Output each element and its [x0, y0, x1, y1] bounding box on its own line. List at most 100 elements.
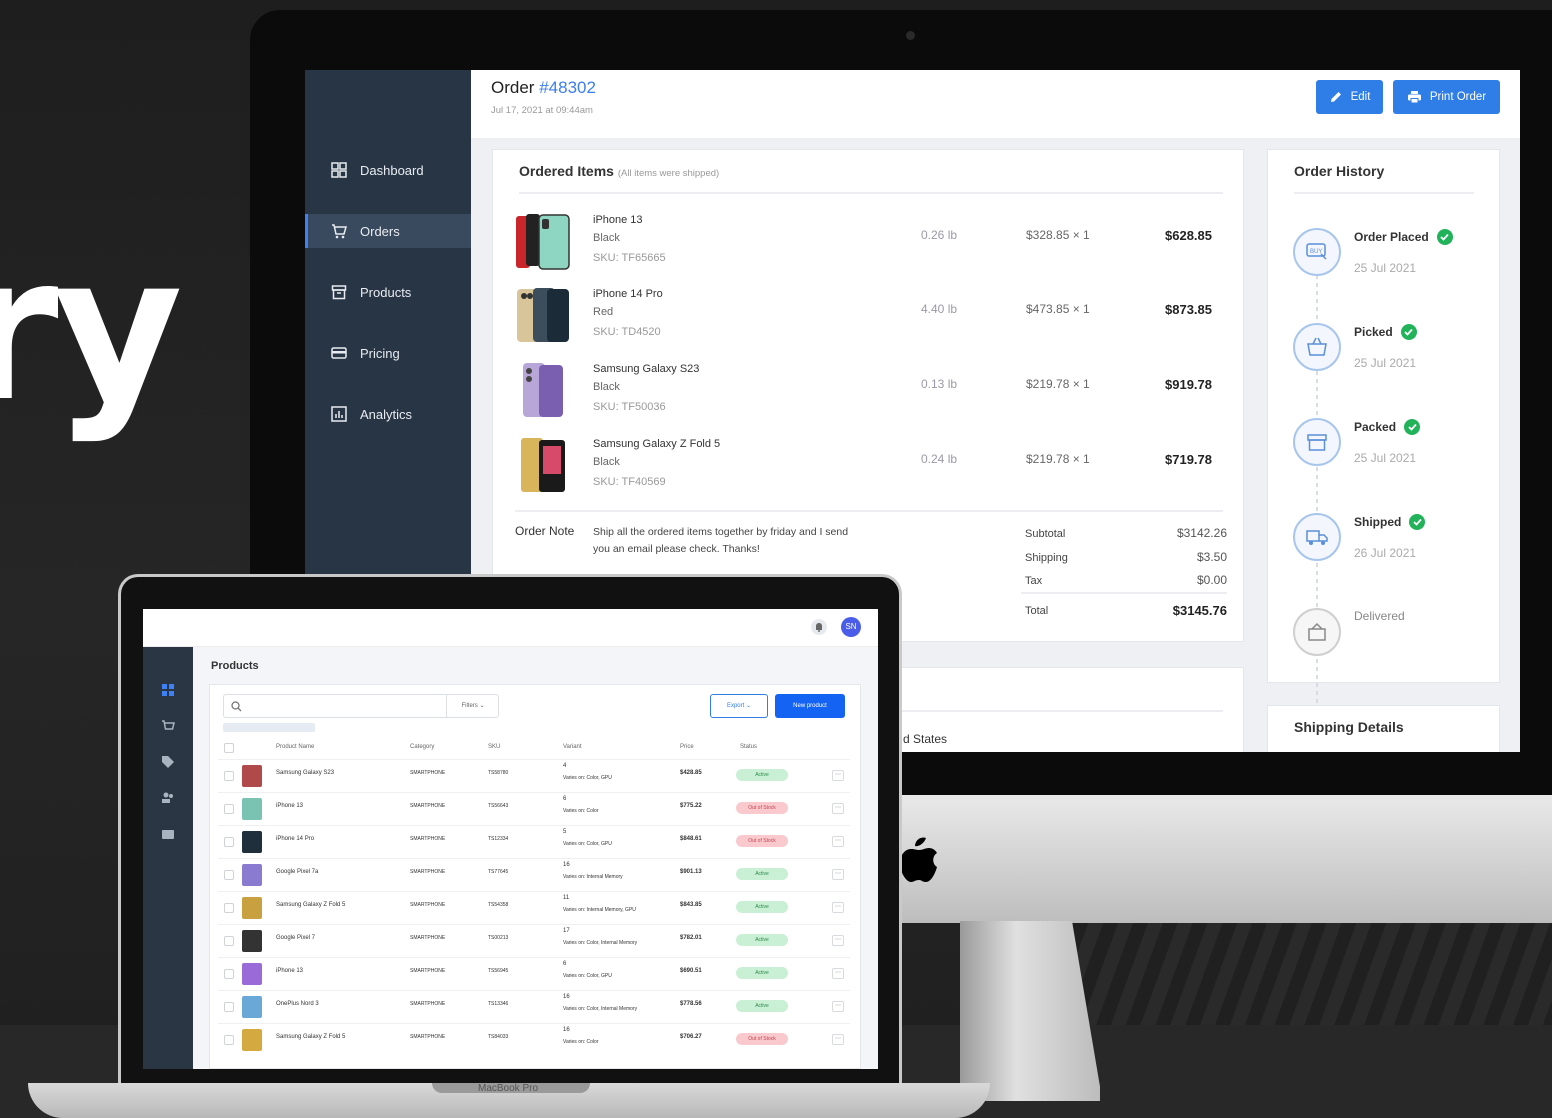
order-item-row[interactable]: Samsung Galaxy S23 Black SKU: TF50036 0.… [493, 357, 1245, 427]
sidebar-item-pricing[interactable]: Pricing [305, 336, 471, 370]
table-row[interactable]: Samsung Galaxy Z Fold 5 SMARTPHONE TS84033… [218, 1023, 850, 1056]
select-all-checkbox[interactable] [224, 743, 234, 753]
column-header[interactable]: Category [410, 744, 434, 750]
status-badge: Active [736, 1000, 788, 1012]
product-thumbnail [242, 831, 262, 853]
grid-icon[interactable] [161, 683, 175, 697]
export-button[interactable]: Export ⌄ [710, 694, 768, 718]
product-name[interactable]: iPhone 14 Pro [276, 836, 314, 842]
table-header: Product Name Category SKU Variant Price … [218, 738, 850, 758]
product-name[interactable]: Samsung Galaxy S23 [276, 770, 334, 776]
table-row[interactable]: Samsung Galaxy S23 SMARTPHONE TS58780 4 Vari… [218, 759, 850, 792]
product-name[interactable]: Samsung Galaxy Z Fold 5 [276, 1034, 345, 1040]
print-order-button[interactable]: Print Order [1393, 80, 1500, 114]
row-menu-icon[interactable]: ⋯ [832, 968, 844, 979]
notification-bell-icon[interactable] [811, 619, 827, 635]
product-sku: TS12334 [488, 836, 509, 842]
table-row[interactable]: iPhone 13 SMARTPHONE TS56945 6 Varies on: Co… [218, 957, 850, 990]
row-checkbox[interactable] [224, 1002, 234, 1012]
table-row[interactable]: iPhone 14 Pro SMARTPHONE TS12334 5 Varies on… [218, 825, 850, 858]
filters-dropdown[interactable]: Filters ⌄ [446, 695, 499, 717]
item-total: $919.78 [1165, 377, 1212, 392]
row-checkbox[interactable] [224, 771, 234, 781]
packed-step [1293, 418, 1341, 466]
order-item-row[interactable]: Samsung Galaxy Z Fold 5 Black SKU: TF405… [493, 432, 1245, 502]
users-icon[interactable] [161, 791, 175, 805]
column-header[interactable]: Variant [563, 744, 582, 750]
row-checkbox[interactable] [224, 870, 234, 880]
svg-text:BUY: BUY [1310, 249, 1322, 255]
product-price: $848.61 [680, 836, 702, 842]
product-name[interactable]: iPhone 13 [276, 968, 303, 974]
row-checkbox[interactable] [224, 837, 234, 847]
item-color: Red [593, 306, 614, 318]
product-thumbnail [242, 897, 262, 919]
variant-desc: Varies on: Color, GPU [563, 841, 612, 847]
sidebar-item-orders[interactable]: Orders [305, 214, 471, 248]
cart-icon [332, 224, 347, 239]
total-label: Total [1025, 605, 1049, 617]
product-price: $843.85 [680, 902, 702, 908]
cart-icon[interactable] [161, 719, 175, 733]
column-header[interactable]: SKU [488, 744, 500, 750]
card-icon[interactable] [161, 827, 175, 841]
status-badge: Out of Stock [736, 835, 788, 847]
order-item-row[interactable]: iPhone 14 Pro Red SKU: TD4520 4.40 lb $4… [493, 282, 1245, 352]
variant-desc: Varies on: Color, Internal Memory [563, 940, 638, 946]
tag-icon[interactable] [161, 755, 175, 769]
product-image [517, 288, 569, 342]
product-name[interactable]: OnePlus Nord 3 [276, 1001, 319, 1007]
column-header[interactable]: Product Name [276, 744, 314, 750]
ordered-items-heading: Ordered Items [519, 163, 614, 179]
product-thumbnail [242, 765, 262, 787]
column-header[interactable]: Status [740, 744, 757, 750]
row-checkbox[interactable] [224, 936, 234, 946]
product-name[interactable]: Google Pixel 7 [276, 935, 315, 941]
product-name[interactable]: Google Pixel 7a [276, 869, 318, 875]
product-category: SMARTPHONE [410, 770, 446, 776]
product-price: $782.01 [680, 935, 702, 941]
variant-desc: Varies on: Color [563, 1039, 599, 1045]
row-checkbox[interactable] [224, 1035, 234, 1045]
column-header[interactable]: Price [680, 744, 694, 750]
item-name: Samsung Galaxy Z Fold 5 [593, 438, 721, 450]
sidebar-item-label: Dashboard [360, 162, 424, 178]
row-menu-icon[interactable]: ⋯ [832, 1034, 844, 1045]
sidebar-item-label: Orders [360, 223, 400, 239]
table-row[interactable]: Samsung Galaxy Z Fold 5 SMARTPHONE TS54358… [218, 891, 850, 924]
row-menu-icon[interactable]: ⋯ [832, 836, 844, 847]
row-menu-icon[interactable]: ⋯ [832, 1001, 844, 1012]
filter-chip[interactable] [223, 723, 315, 732]
edit-button[interactable]: Edit [1316, 80, 1383, 114]
table-row[interactable]: OnePlus Nord 3 SMARTPHONE TS13346 16 Varies … [218, 990, 850, 1023]
variant-desc: Varies on: Color, Internal Memory [563, 1006, 638, 1012]
sidebar-item-dashboard[interactable]: Dashboard [305, 153, 471, 187]
step-label: Delivered [1354, 609, 1405, 623]
product-name[interactable]: iPhone 13 [276, 803, 303, 809]
table-row[interactable]: iPhone 13 SMARTPHONE TS56643 6 Varies on: Co… [218, 792, 850, 825]
table-row[interactable]: Google Pixel 7a SMARTPHONE TS77645 16 Varies… [218, 858, 850, 891]
row-menu-icon[interactable]: ⋯ [832, 935, 844, 946]
sidebar-item-products[interactable]: Products [305, 275, 471, 309]
check-icon [1436, 229, 1453, 245]
row-checkbox[interactable] [224, 903, 234, 913]
package-icon [1307, 434, 1327, 451]
product-category: SMARTPHONE [410, 968, 446, 974]
product-name[interactable]: Samsung Galaxy Z Fold 5 [276, 902, 345, 908]
avatar[interactable]: SN [841, 617, 861, 637]
row-menu-icon[interactable]: ⋯ [832, 902, 844, 913]
row-menu-icon[interactable]: ⋯ [832, 770, 844, 781]
product-sku: TS54358 [488, 902, 509, 908]
sidebar-item-analytics[interactable]: Analytics [305, 397, 471, 431]
divider [519, 192, 1223, 194]
order-item-row[interactable]: iPhone 13 Black SKU: TF65665 0.26 lb $32… [493, 208, 1245, 278]
search-input[interactable]: Filters ⌄ [223, 694, 499, 718]
table-row[interactable]: Google Pixel 7 SMARTPHONE TS00213 17 Varies … [218, 924, 850, 957]
row-checkbox[interactable] [224, 804, 234, 814]
product-category: SMARTPHONE [410, 1034, 446, 1040]
row-menu-icon[interactable]: ⋯ [832, 803, 844, 814]
row-menu-icon[interactable]: ⋯ [832, 869, 844, 880]
row-checkbox[interactable] [224, 969, 234, 979]
order-date: Jul 17, 2021 at 09:44am [491, 105, 593, 116]
new-product-button[interactable]: New product [775, 694, 845, 718]
